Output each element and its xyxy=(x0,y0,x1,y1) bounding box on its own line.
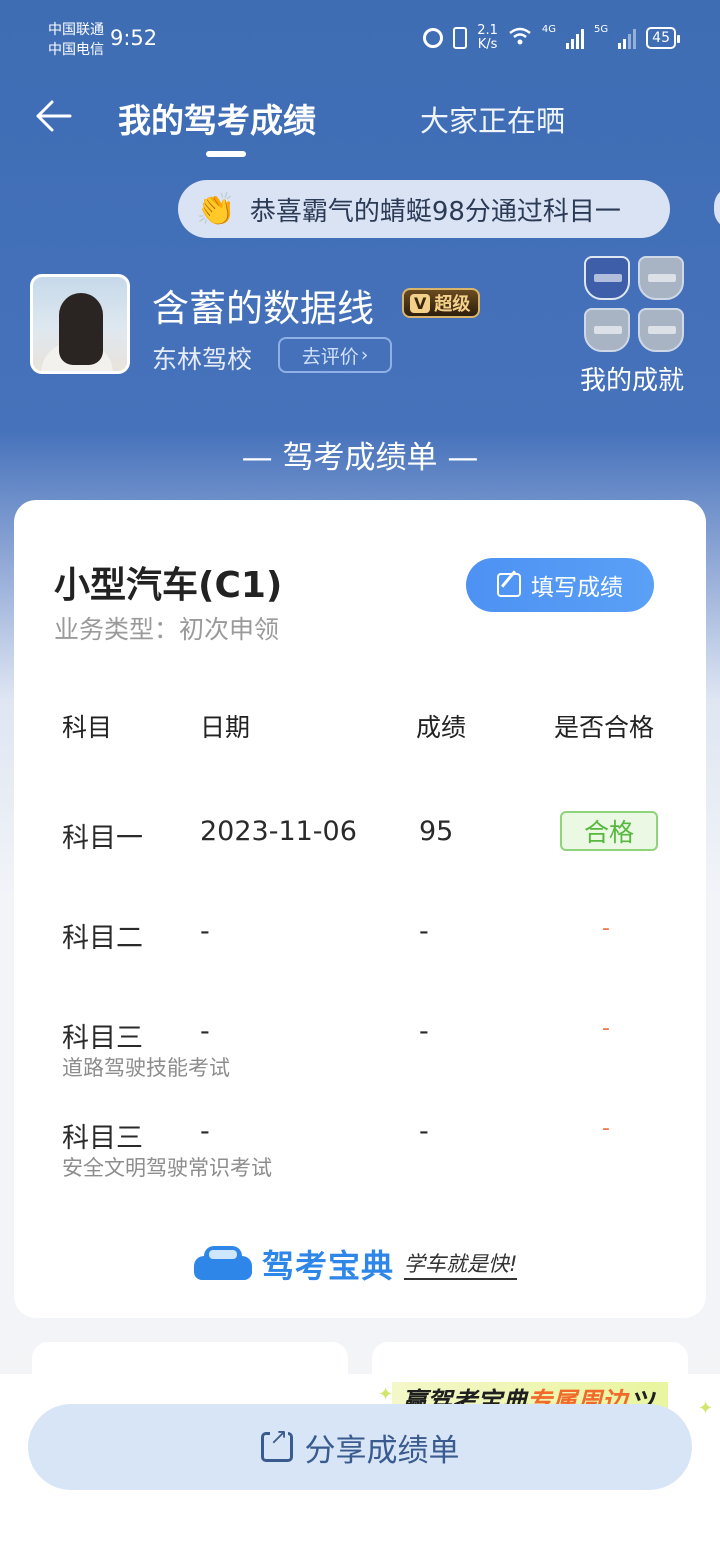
row-1-date: 2023-11-06 xyxy=(200,816,357,847)
battery-indicator: 45 xyxy=(646,27,680,49)
vibrate-icon xyxy=(453,27,468,49)
score-card: 小型汽车(C1) 业务类型：初次申领 填写成绩 科目 日期 成绩 是否合格 科目… xyxy=(14,500,706,1318)
status-icons: 2.1 K/s 4G 5G 45 xyxy=(423,23,680,52)
status-bar: 中国联通 中国电信 9:52 2.1 K/s 4G 5G 45 xyxy=(0,0,720,80)
alarm-icon xyxy=(423,28,444,48)
congrats-text: 恭喜霸气的蜻蜓98分通过科目一 xyxy=(249,196,621,227)
row-3-score: - xyxy=(419,1016,429,1047)
next-congrats-bubble xyxy=(714,186,720,230)
header-date: 日期 xyxy=(200,713,251,742)
net-speed: 2.1 K/s xyxy=(477,23,498,52)
section-title: — 驾考成绩单 — xyxy=(241,440,479,476)
achievement-badge-icon xyxy=(638,308,684,352)
row-1-subject: 科目一 xyxy=(62,823,143,854)
vip-badge[interactable]: V 超级 xyxy=(402,288,481,318)
pass-badge: 合格 xyxy=(560,811,658,851)
header-score: 成绩 xyxy=(416,713,467,742)
row-4-subject: 科目三 xyxy=(62,1123,143,1154)
row-3-subtitle: 道路驾驶技能考试 xyxy=(62,1056,230,1080)
row-4-score: - xyxy=(419,1116,429,1147)
edit-icon xyxy=(497,573,521,597)
active-tab-indicator xyxy=(206,151,246,157)
row-3-date: - xyxy=(200,1016,210,1047)
row-3-pass: - xyxy=(602,1016,610,1041)
vip-v-icon: V xyxy=(410,293,431,313)
brand-slogan: 学车就是快! xyxy=(404,1248,518,1280)
tab-my-scores[interactable]: 我的驾考成绩 xyxy=(118,94,316,142)
share-icon xyxy=(260,1425,293,1462)
fill-score-label: 填写成绩 xyxy=(531,575,623,601)
signal-2-icon xyxy=(618,27,637,49)
car-logo-icon xyxy=(194,1244,252,1284)
avatar[interactable] xyxy=(30,274,130,374)
rate-school-button[interactable]: 去评价 › xyxy=(278,337,392,373)
username: 含蓄的数据线 xyxy=(152,287,374,330)
row-3-subject: 科目三 xyxy=(62,1023,143,1054)
share-scorecard-button[interactable]: 分享成绩单 xyxy=(28,1404,692,1490)
top-nav: 我的驾考成绩 大家正在晒 xyxy=(0,84,720,164)
business-type: 业务类型：初次申领 xyxy=(54,615,280,644)
row-4-subtitle: 安全文明驾驶常识考试 xyxy=(62,1156,272,1180)
share-button-label: 分享成绩单 xyxy=(304,1432,460,1469)
row-1-score: 95 xyxy=(419,816,454,847)
header-subject: 科目 xyxy=(62,713,113,742)
row-2-date: - xyxy=(200,916,210,947)
carrier-2: 中国电信 xyxy=(48,42,104,58)
row-4-pass: - xyxy=(602,1116,610,1141)
carrier-info: 中国联通 中国电信 xyxy=(48,20,104,60)
my-achievements-label[interactable]: 我的成就 xyxy=(580,360,684,397)
row-2-pass: - xyxy=(602,916,610,941)
brand-logo: 驾考宝典 学车就是快! xyxy=(194,1242,518,1286)
signal-2-label: 5G xyxy=(594,24,609,35)
chevron-right-icon: › xyxy=(360,344,369,366)
sparkle-icon: ✦ xyxy=(698,1398,714,1419)
tab-everyone-sharing[interactable]: 大家正在晒 xyxy=(420,98,565,140)
status-time: 9:52 xyxy=(110,26,158,50)
signal-1-icon xyxy=(566,27,585,49)
achievement-badge-icon xyxy=(638,256,684,300)
achievement-badge-icon xyxy=(584,308,630,352)
achievement-badge-icon xyxy=(584,256,630,300)
header-pass: 是否合格 xyxy=(554,713,655,742)
signal-1-label: 4G xyxy=(541,24,557,35)
achievement-badges[interactable] xyxy=(582,256,690,356)
driving-school-name: 东林驾校 xyxy=(152,345,253,374)
brand-name: 驾考宝典 xyxy=(262,1247,395,1285)
fill-score-button[interactable]: 填写成绩 xyxy=(466,558,654,612)
row-2-subject: 科目二 xyxy=(62,923,143,954)
clapping-hands-icon: 👏 xyxy=(196,190,236,228)
sparkle-icon: ✦ xyxy=(378,1384,394,1405)
row-4-date: - xyxy=(200,1116,210,1147)
row-2-score: - xyxy=(419,916,429,947)
wifi-icon xyxy=(508,26,532,50)
congrats-marquee[interactable]: 👏 恭喜霸气的蜻蜓98分通过科目一 xyxy=(178,180,670,238)
vip-label: 超级 xyxy=(434,294,471,315)
carrier-1: 中国联通 xyxy=(48,22,104,38)
vehicle-type: 小型汽车(C1) xyxy=(54,565,283,606)
rate-button-label: 去评价 xyxy=(301,345,359,368)
back-arrow-icon[interactable] xyxy=(32,96,74,136)
